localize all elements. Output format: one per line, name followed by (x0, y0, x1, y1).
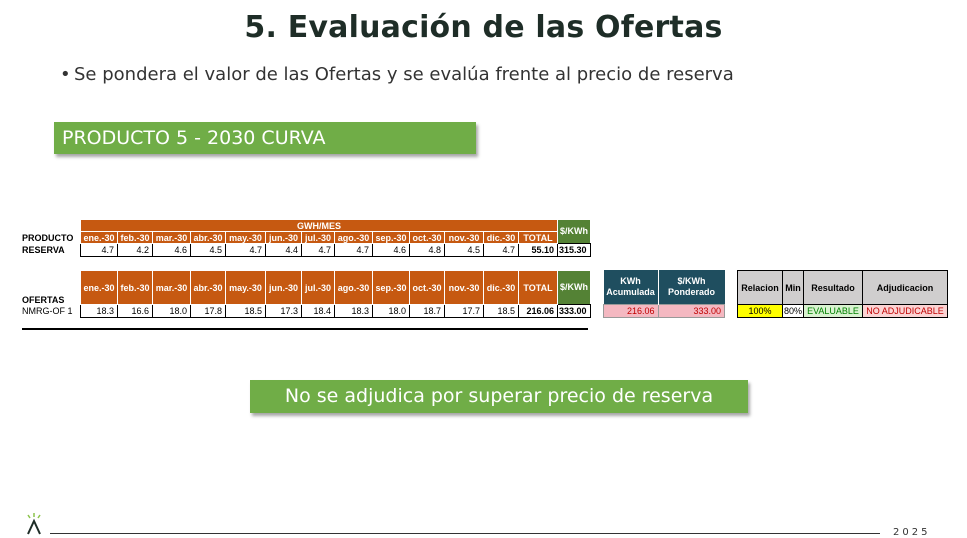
reserve-value: 4.5 (190, 243, 226, 257)
month-header: feb.-30 (117, 231, 153, 244)
offer-value: 18.3 (80, 304, 118, 318)
reserve-value: 4.6 (152, 243, 191, 257)
ponderado-header-line1: $/KWh (677, 275, 706, 286)
month-header: ene.-30 (80, 231, 118, 244)
offer-total: 216.06 (518, 304, 558, 318)
month-header: oct.-30 (409, 231, 445, 244)
footer-year: 2025 (893, 527, 931, 538)
total-header: TOTAL (518, 270, 558, 305)
month-header: jun.-30 (265, 231, 302, 244)
ponderado-header-line2: Ponderado (667, 286, 715, 297)
month-header: abr.-30 (190, 231, 226, 244)
bullet-text: • Se pondera el valor de las Ofertas y se… (60, 64, 734, 85)
reserve-value: 4.5 (444, 243, 484, 257)
month-header: jun.-30 (265, 270, 302, 305)
month-header: ago.-30 (334, 270, 373, 305)
evaluation-table: Relacion Min Resultado Adjudicacion 100%… (737, 270, 948, 318)
total-header: TOTAL (518, 231, 558, 244)
min-value: 80% (782, 304, 804, 318)
row-label-producto: PRODUCTO (22, 232, 74, 243)
reserve-value: 4.2 (117, 243, 153, 257)
month-header: abr.-30 (190, 270, 226, 305)
offer-price-header: $/KWh (557, 270, 590, 305)
reserve-value: 4.7 (225, 243, 266, 257)
offer-value: 17.8 (190, 304, 226, 318)
month-header: oct.-30 (409, 270, 445, 305)
month-header: mar.-30 (152, 231, 191, 244)
month-header: may.-30 (225, 270, 266, 305)
reserve-value: 4.7 (483, 243, 519, 257)
relacion-header: Relacion (737, 270, 783, 305)
result-banner: No se adjudica por superar precio de res… (250, 380, 748, 413)
resultado-value: EVALUABLE (803, 304, 863, 318)
offer-value: 18.7 (409, 304, 445, 318)
reserve-price-header: $/KWh (557, 219, 590, 244)
offers-table: OFERTAS ene.-30 feb.-30 mar.-30 abr.-30 … (22, 270, 591, 318)
reserve-price: 315.30 (557, 243, 591, 257)
bullet-dot: • (60, 64, 71, 85)
offer-value: 17.7 (444, 304, 484, 318)
weighted-table: KWh Acumulada $/KWh Ponderado 216.06 333… (603, 270, 725, 318)
reserve-total: 55.10 (518, 243, 558, 257)
offer-value: 18.3 (334, 304, 373, 318)
bullet-label: Se pondera el valor de las Ofertas y se … (74, 64, 734, 85)
reserve-value: 4.8 (409, 243, 445, 257)
row-label-reserva: RESERVA (22, 245, 65, 255)
offer-value: 18.0 (152, 304, 191, 318)
kwh-acumulada-value: 216.06 (603, 303, 659, 318)
page-title: 5. Evaluación de las Ofertas (244, 10, 723, 45)
offer-row-label: NMRG-OF 1 (22, 306, 73, 316)
offers-label: OFERTAS (22, 294, 65, 305)
month-header: mar.-30 (152, 270, 191, 305)
month-header: ago.-30 (334, 231, 373, 244)
month-header: nov.-30 (444, 231, 484, 244)
logo-icon (27, 513, 41, 535)
reserve-value: 4.6 (372, 243, 410, 257)
month-header: dic.-30 (483, 231, 519, 244)
adjudicacion-header: Adjudicacion (862, 270, 948, 305)
offer-value: 18.4 (301, 304, 335, 318)
month-header: ene.-30 (80, 270, 118, 305)
reserve-value: 4.7 (301, 243, 335, 257)
offer-value: 18.5 (483, 304, 519, 318)
reserve-value: 4.7 (80, 243, 118, 257)
footer-line (50, 533, 880, 534)
kwh-header-line1: KWh (620, 275, 641, 286)
month-header: sep.-30 (372, 231, 410, 244)
table-underline (22, 328, 588, 330)
month-header: jul.-30 (301, 231, 335, 244)
month-header: sep.-30 (372, 270, 410, 305)
offer-value: 18.0 (372, 304, 410, 318)
empty-cell (22, 220, 81, 232)
reserve-value: 4.4 (265, 243, 302, 257)
offer-value: 18.5 (225, 304, 266, 318)
month-header: may.-30 (225, 231, 266, 244)
product-banner: PRODUCTO 5 - 2030 CURVA (54, 122, 476, 154)
reserve-table: GWH/MES $/KWh PRODUCTO ene.-30 feb.-30 m… (22, 219, 591, 257)
ponderado-value: 333.00 (657, 303, 725, 318)
kwh-header-line2: Acumulada (606, 286, 655, 297)
month-header: dic.-30 (483, 270, 519, 305)
month-header: jul.-30 (301, 270, 335, 305)
relacion-value: 100% (737, 304, 783, 318)
resultado-header: Resultado (803, 270, 863, 305)
reserve-value: 4.7 (334, 243, 373, 257)
ponderado-header: $/KWh Ponderado (657, 270, 725, 304)
offer-value: 17.3 (265, 304, 302, 318)
adjudicacion-value: NO ADJUDICABLE (862, 304, 948, 318)
gwh-header: GWH/MES (80, 219, 558, 232)
kwh-acumulada-header: KWh Acumulada (603, 270, 658, 304)
offer-value: 16.6 (117, 304, 153, 318)
min-header: Min (782, 270, 804, 305)
month-header: nov.-30 (444, 270, 484, 305)
offer-price: 333.00 (557, 304, 591, 318)
month-header: feb.-30 (117, 270, 153, 305)
